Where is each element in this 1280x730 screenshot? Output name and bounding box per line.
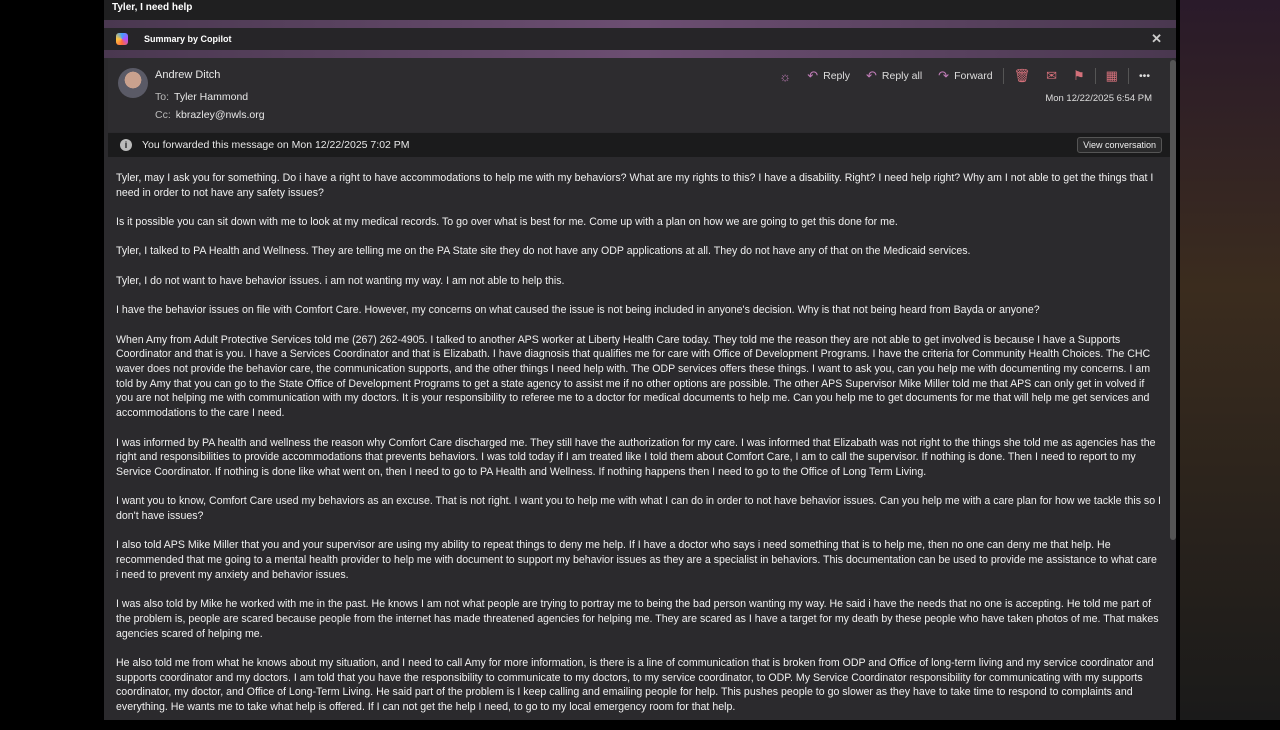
sun-icon: ☼ [779,68,792,84]
info-icon: i [120,139,132,151]
reply-icon: ↶ [807,68,819,83]
reply-all-button[interactable]: ↶ Reply all [860,66,928,86]
message-body: Tyler, may I ask you for something. Do i… [116,171,1162,730]
mark-unread-button[interactable]: ✉ [1040,66,1063,86]
reply-all-label: Reply all [881,70,923,82]
reply-button[interactable]: ↶ Reply [801,66,856,86]
delete-button[interactable]: 🗑 [1008,66,1037,86]
background-left [0,0,100,720]
background-right [1180,0,1280,720]
message-toolbar: ☼ ↶ Reply ↶ Reply all ↷ Forward 🗑 ✉ ⚑ ▦ ••• [773,66,1156,86]
body-paragraph: I have the behavior issues on file with … [116,304,1040,317]
reply-all-icon: ↶ [865,68,877,83]
cc-line: Cc: kbrazley@nwls.org [155,109,265,121]
body-paragraph: I was also told by Mike he worked with m… [116,598,1159,640]
avatar[interactable] [118,68,148,98]
apps-icon: ▦ [1105,68,1118,83]
forward-label: Forward [954,70,993,82]
body-paragraph: He also told me from what he knows about… [116,657,1154,714]
divider [1127,68,1129,84]
body-paragraph: Is it possible you can sit down with me … [116,216,898,229]
divider [104,20,1176,28]
body-paragraph: I also told APS Mike Miller that you and… [116,539,1157,581]
body-paragraph: I want you to know, Comfort Care used my… [116,495,1162,523]
scrollbar[interactable] [1170,60,1176,540]
body-paragraph: When Amy from Adult Protective Services … [116,333,1151,420]
immersive-reader-button[interactable]: ☼ [773,67,797,86]
flag-button[interactable]: ⚑ [1067,66,1091,86]
copilot-icon [116,33,128,45]
divider [104,50,1176,58]
email-subject: Tyler, I need help [104,0,1176,20]
email-reading-pane: Tyler, I need help Summary by Copilot ✕ … [104,0,1176,720]
close-icon[interactable]: ✕ [1151,31,1162,47]
to-recipient[interactable]: Tyler Hammond [174,91,248,103]
sender-name[interactable]: Andrew Ditch [155,69,220,81]
copilot-summary-bar[interactable]: Summary by Copilot ✕ [104,28,1176,50]
envelope-icon: ✉ [1046,68,1058,83]
cc-label: Cc: [155,109,171,121]
reply-label: Reply [823,70,850,82]
to-line: To: Tyler Hammond [155,91,248,103]
message-header: Andrew Ditch To: Tyler Hammond Cc: kbrazle… [108,58,1172,132]
body-paragraph: I was informed by PA health and wellness… [116,436,1156,478]
forward-button[interactable]: ↷ Forward [932,66,998,86]
trash-icon: 🗑 [1013,68,1031,83]
forwarded-banner: i You forwarded this message on Mon 12/2… [108,133,1172,157]
more-actions-button[interactable]: ••• [1133,68,1156,84]
cc-recipient[interactable]: kbrazley@nwls.org [176,109,265,121]
copilot-summary-label: Summary by Copilot [144,34,232,44]
message-date: Mon 12/22/2025 6:54 PM [1045,93,1152,104]
forward-icon: ↷ [938,68,950,83]
apps-button[interactable]: ▦ [1100,66,1124,86]
body-paragraph: Tyler, may I ask you for something. Do i… [116,172,1154,199]
body-paragraph: Tyler, I do not want to have behavior is… [116,274,565,287]
divider [1094,68,1096,84]
divider [1002,68,1004,84]
forwarded-text: You forwarded this message on Mon 12/22/… [142,139,410,151]
body-paragraph: Tyler, I talked to PA Health and Wellnes… [116,245,971,258]
flag-icon: ⚑ [1073,68,1085,83]
to-label: To: [155,91,170,103]
view-conversation-button[interactable]: View conversation [1077,137,1162,153]
more-icon: ••• [1138,70,1150,82]
